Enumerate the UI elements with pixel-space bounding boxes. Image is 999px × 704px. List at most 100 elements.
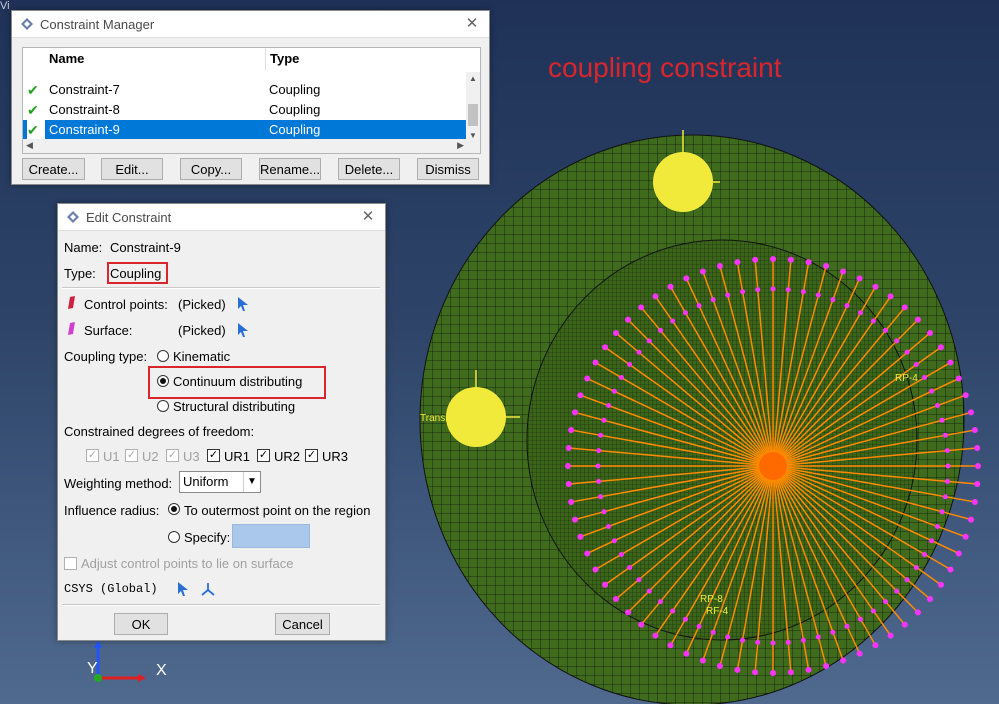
coupling-node xyxy=(770,640,776,646)
coupling-node xyxy=(627,361,633,367)
pick-arrow-icon[interactable] xyxy=(236,296,250,312)
coupling-node xyxy=(942,494,948,500)
column-header-name[interactable]: Name xyxy=(49,48,84,70)
table-row[interactable]: ✔ Constraint-8 Coupling xyxy=(23,100,467,120)
dialog-titlebar[interactable]: Edit Constraint xyxy=(58,204,385,231)
coupling-node xyxy=(894,338,900,344)
coupling-node xyxy=(937,581,944,588)
coupling-node xyxy=(787,669,794,676)
coupling-node xyxy=(968,409,975,416)
close-icon[interactable]: ✕ xyxy=(359,208,377,226)
ur3-label[interactable]: UR3 xyxy=(322,449,348,464)
edit-button[interactable]: Edit... xyxy=(101,158,163,180)
kinematic-label[interactable]: Kinematic xyxy=(173,349,230,364)
continuum-distributing-label[interactable]: Continuum distributing xyxy=(173,374,302,389)
coupling-node xyxy=(870,608,876,614)
dismiss-button[interactable]: Dismiss xyxy=(417,158,479,180)
coupling-node xyxy=(636,349,642,355)
pick-arrow-icon[interactable] xyxy=(236,322,250,338)
coupling-node xyxy=(683,616,688,622)
coupling-node xyxy=(922,552,928,557)
coupling-node xyxy=(858,310,863,316)
scroll-right-icon[interactable]: ▶ xyxy=(457,140,464,151)
pick-arrow-icon[interactable] xyxy=(176,581,190,597)
coupling-node xyxy=(658,599,664,605)
row-name: Constraint-9 xyxy=(49,122,120,137)
coupling-node xyxy=(612,329,619,336)
coupling-node xyxy=(914,609,921,616)
coupling-node xyxy=(636,577,642,583)
u3-label: U3 xyxy=(183,449,200,464)
coupling-node xyxy=(870,318,876,324)
radio-continuum-distributing[interactable] xyxy=(157,375,169,387)
coupling-node xyxy=(944,448,950,454)
coupling-node xyxy=(929,538,935,544)
constraint-list[interactable]: Name Type ✔ Constraint-7 Coupling ✔ Cons… xyxy=(22,47,481,154)
chevron-down-icon[interactable]: ▼ xyxy=(243,472,260,492)
scroll-up-icon[interactable]: ▲ xyxy=(469,74,477,83)
checkbox-ur2[interactable]: ✓ xyxy=(257,449,270,462)
coupling-node xyxy=(947,359,954,366)
dialog-title: Edit Constraint xyxy=(86,209,172,225)
create-button[interactable]: Create... xyxy=(22,158,85,180)
scroll-thumb[interactable] xyxy=(468,104,478,126)
coupling-node xyxy=(612,596,619,603)
coupling-node xyxy=(937,344,944,351)
coupling-node xyxy=(602,344,609,351)
ok-button[interactable]: OK xyxy=(114,613,168,635)
coupling-node xyxy=(755,639,761,645)
outermost-point-label[interactable]: To outermost point on the region xyxy=(184,503,370,518)
radio-kinematic[interactable] xyxy=(157,350,169,362)
scroll-left-icon[interactable]: ◀ xyxy=(26,140,33,151)
weighting-method-select[interactable]: Uniform ▼ xyxy=(179,471,261,493)
coupling-node xyxy=(598,494,604,500)
coupling-node xyxy=(611,538,617,544)
column-header-type[interactable]: Type xyxy=(265,48,299,70)
check-icon: ✔ xyxy=(27,82,39,98)
dialog-titlebar[interactable]: Constraint Manager xyxy=(12,11,489,38)
cancel-button[interactable]: Cancel xyxy=(275,613,330,635)
checkbox-ur3[interactable]: ✓ xyxy=(305,449,318,462)
coupling-node xyxy=(598,432,604,438)
rename-button[interactable]: Rename... xyxy=(259,158,321,180)
coupling-node xyxy=(805,666,812,673)
radio-specify[interactable] xyxy=(168,531,180,543)
separator xyxy=(62,287,380,289)
ur2-label[interactable]: UR2 xyxy=(274,449,300,464)
ur1-label[interactable]: UR1 xyxy=(224,449,250,464)
coupling-node xyxy=(667,283,674,290)
list-header: Name Type xyxy=(23,48,478,72)
coupling-node xyxy=(974,444,981,451)
coupling-node xyxy=(670,608,676,614)
coupling-node xyxy=(725,292,731,298)
coupling-node xyxy=(947,566,954,573)
checkbox-u3: ✓ xyxy=(166,449,179,462)
coupling-node xyxy=(618,552,624,557)
table-row[interactable]: ✔ Constraint-7 Coupling xyxy=(23,80,467,100)
copy-button[interactable]: Copy... xyxy=(180,158,242,180)
name-label: Name: xyxy=(64,240,103,255)
separator xyxy=(62,604,380,606)
coupling-node xyxy=(606,524,612,530)
csys-axis-icon[interactable] xyxy=(200,581,216,597)
radio-outermost-point[interactable] xyxy=(168,503,180,515)
close-icon[interactable]: ✕ xyxy=(463,15,481,33)
horizontal-scrollbar[interactable]: ◀ ▶ xyxy=(23,139,480,153)
table-row-selected[interactable]: ✔ Constraint-9 Coupling xyxy=(23,120,467,140)
structural-distributing-label[interactable]: Structural distributing xyxy=(173,399,295,414)
vertical-scrollbar[interactable]: ▲ ▼ xyxy=(466,72,480,140)
row-type: Coupling xyxy=(269,102,321,117)
coupling-node xyxy=(577,392,584,399)
specify-label[interactable]: Specify: xyxy=(184,530,230,545)
abaqus-icon xyxy=(67,211,79,223)
coupling-node xyxy=(740,289,746,295)
coupling-node xyxy=(955,550,962,557)
triad-y-label: Y xyxy=(87,660,98,677)
coupling-node xyxy=(596,478,602,484)
radio-structural-distributing[interactable] xyxy=(157,400,169,412)
coupling-node xyxy=(652,293,659,300)
specify-radius-input[interactable] xyxy=(232,524,310,548)
delete-button[interactable]: Delete... xyxy=(338,158,400,180)
checkbox-ur1[interactable]: ✓ xyxy=(207,449,220,462)
coupling-node xyxy=(638,304,645,311)
